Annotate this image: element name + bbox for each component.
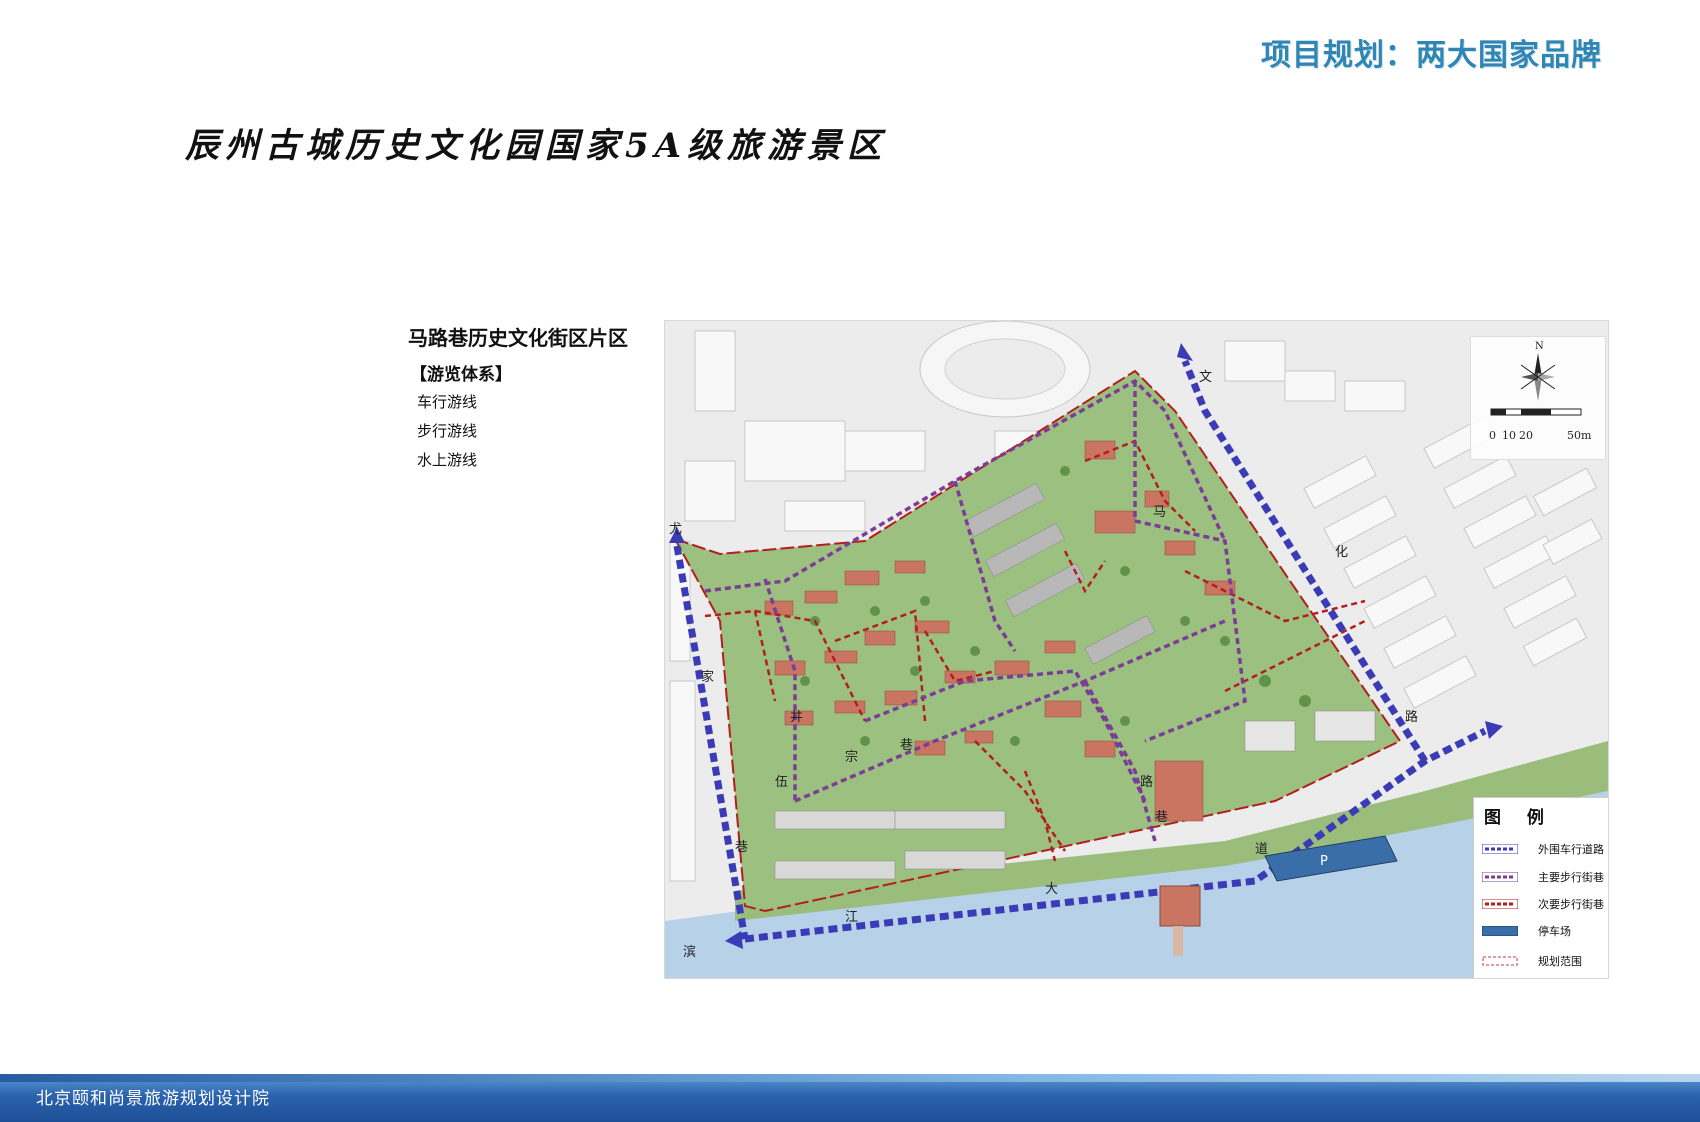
section-subtitle: 【游览体系】 [410, 365, 512, 385]
riverside-pavilion [1159, 885, 1201, 927]
road-label: 尤 [669, 522, 682, 537]
road-label: 宗 [845, 749, 858, 765]
svg-text:P: P [1320, 854, 1328, 869]
route-item-water: 水上游线 [417, 451, 478, 469]
road-label: 马 [1153, 505, 1166, 520]
parking-swatch-icon [1482, 926, 1518, 936]
legend-item-parking: 停车场 [1482, 922, 1608, 942]
road-label: 路 [1140, 774, 1153, 790]
scale-label: 20 [1519, 429, 1533, 442]
route-item-vehicle: 车行游线 [417, 393, 478, 411]
legend-item-boundary: 规划范围 [1482, 952, 1608, 972]
road-label: 大 [1045, 882, 1058, 897]
road-label: 道 [1255, 842, 1268, 857]
header-title: 项目规划：两大国家品牌 [1261, 38, 1602, 73]
footer-highlight [0, 1074, 1700, 1082]
road-label: 路 [1405, 709, 1418, 725]
map-legend: 图 例 外围车行道路 主要步行街巷 次要步行街巷 停车场 规划范围 [1473, 797, 1608, 978]
compass-icon: N [1490, 341, 1582, 416]
compass-scale-box: N 0 10 20 50m [1470, 336, 1606, 460]
route-list: 车行游线 步行游线 水上游线 [417, 392, 477, 479]
outer-road-swatch-icon [1482, 844, 1518, 854]
boundary-swatch-icon [1482, 956, 1518, 966]
road-label: 巷 [900, 738, 913, 753]
legend-item-outer-road: 外围车行道路 [1482, 840, 1608, 860]
scale-label: 50m [1567, 429, 1592, 442]
road-label: 家 [701, 669, 714, 685]
road-label: 井 [790, 710, 803, 725]
scale-label: 10 [1502, 429, 1516, 442]
site-plan-map: P 尤 家 巷 滨 江 大 道 文 化 路 马 路 巷 井 伍 宗 巷 [664, 320, 1609, 979]
road-label: 伍 [775, 775, 788, 790]
page-title: 辰州古城历史文化园国家5A级旅游景区 [185, 126, 888, 166]
minor-walk-swatch-icon [1482, 899, 1518, 909]
section-title: 马路巷历史文化街区片区 [408, 326, 628, 350]
footer-text: 北京颐和尚景旅游规划设计院 [36, 1089, 270, 1109]
legend-item-main-walk: 主要步行街巷 [1482, 868, 1608, 888]
road-label: 巷 [1155, 810, 1168, 825]
svg-text:N: N [1535, 341, 1544, 352]
main-walk-swatch-icon [1482, 872, 1518, 882]
road-label: 江 [845, 910, 858, 925]
road-label: 化 [1335, 545, 1348, 560]
legend-title: 图 例 [1484, 808, 1554, 828]
route-item-walking: 步行游线 [417, 422, 478, 440]
road-label: 文 [1199, 370, 1212, 385]
legend-item-minor-walk: 次要步行街巷 [1482, 895, 1608, 915]
road-label: 滨 [683, 944, 696, 960]
road-label: 巷 [735, 840, 748, 855]
scale-label: 0 [1489, 429, 1496, 442]
